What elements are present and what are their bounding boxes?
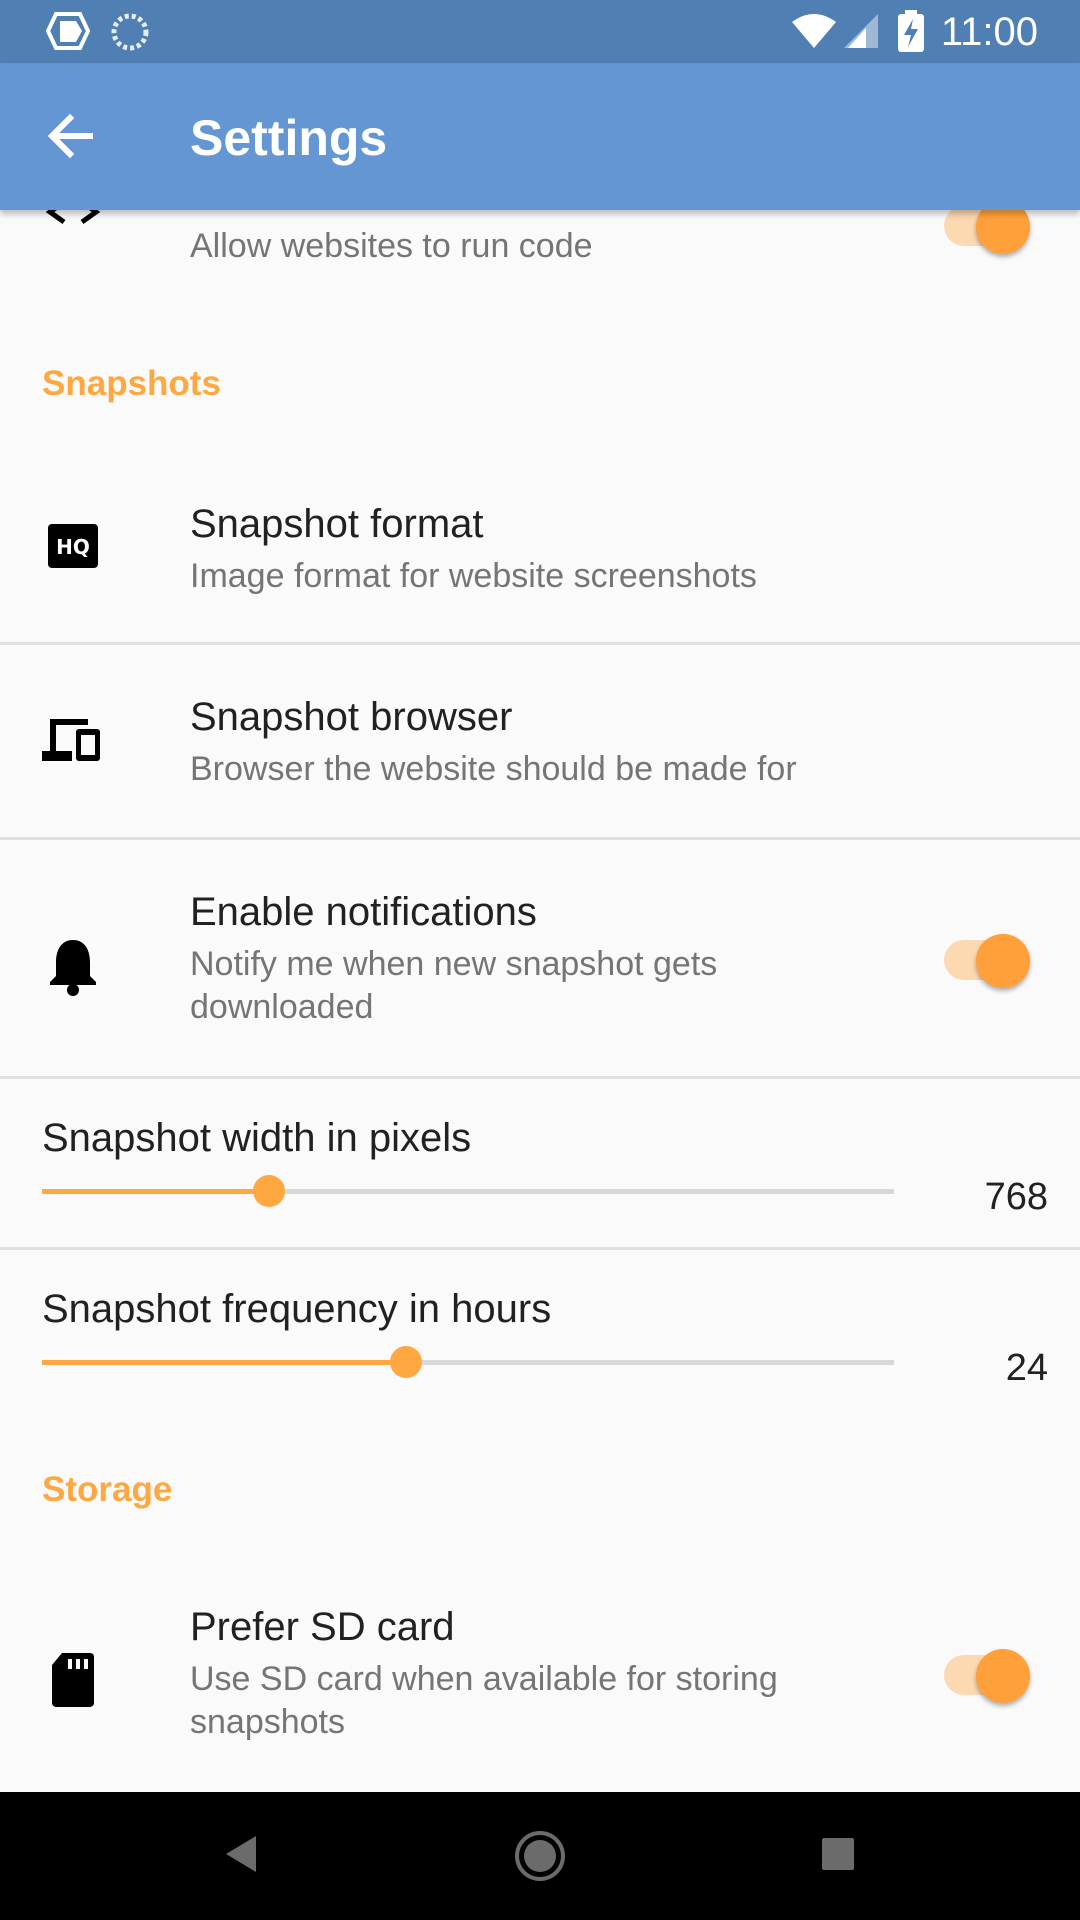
pref-enable-notifications-title: Enable notifications: [190, 890, 537, 934]
bell-icon: [50, 940, 96, 996]
pref-snapshot-browser-title: Snapshot browser: [190, 695, 513, 739]
pref-javascript-summary: Allow websites to run code: [190, 227, 593, 265]
app-notification-icon: [46, 12, 90, 50]
snapshot-frequency-value: 24: [1005, 1347, 1048, 1389]
pref-snapshot-format[interactable]: HQ Snapshot format Image format for webs…: [0, 460, 1080, 640]
slider-fill: [42, 1360, 406, 1365]
snapshot-width-title: Snapshot width in pixels: [42, 1116, 472, 1160]
pref-prefer-sd-card-summary: Use SD card when available for storing s…: [190, 1660, 778, 1741]
nav-back-icon[interactable]: [222, 1832, 262, 1876]
sync-icon: [111, 13, 149, 51]
pref-enable-notifications[interactable]: Enable notifications Notify me when new …: [0, 840, 1080, 1075]
slider-knob[interactable]: [253, 1175, 285, 1207]
slider-fill: [42, 1189, 269, 1194]
back-button[interactable]: [36, 101, 106, 171]
pref-prefer-sd-card[interactable]: Prefer SD card Use SD card when availabl…: [0, 1555, 1080, 1790]
wifi-icon: [792, 14, 836, 48]
status-bar: 11:00: [0, 0, 1080, 63]
nav-recents-icon[interactable]: [818, 1834, 858, 1874]
sd-card-switch[interactable]: [944, 1649, 1030, 1703]
battery-charging-icon: [898, 10, 924, 52]
snapshot-frequency-title: Snapshot frequency in hours: [42, 1287, 552, 1331]
switch-thumb: [976, 1649, 1030, 1703]
pref-snapshot-browser-summary: Browser the website should be made for: [190, 750, 797, 788]
arrow-back-icon: [47, 113, 93, 159]
nav-home-icon[interactable]: [512, 1828, 568, 1884]
pref-snapshot-format-summary: Image format for website screenshots: [190, 557, 757, 595]
snapshot-width-slider[interactable]: [42, 1174, 894, 1210]
cell-signal-icon: [844, 14, 878, 48]
snapshot-frequency-slider[interactable]: [42, 1345, 894, 1381]
category-storage: Storage: [42, 1470, 173, 1509]
navigation-bar: [0, 1792, 1080, 1920]
hq-icon: HQ: [48, 524, 98, 568]
notifications-switch[interactable]: [944, 934, 1030, 988]
divider: [0, 1247, 1080, 1250]
pref-enable-notifications-summary: Notify me when new snapshot gets downloa…: [190, 945, 718, 1026]
divider: [0, 1076, 1080, 1079]
page-title: Settings: [190, 110, 388, 166]
switch-thumb: [976, 934, 1030, 988]
settings-screen: 11:00 Settings Allow websites to run cod…: [0, 0, 1080, 1920]
pref-snapshot-browser[interactable]: Snapshot browser Browser the website sho…: [0, 645, 1080, 835]
svg-text:HQ: HQ: [56, 535, 90, 559]
pref-snapshot-format-title: Snapshot format: [190, 502, 484, 546]
app-bar: Settings: [0, 63, 1080, 210]
snapshot-width-value: 768: [984, 1176, 1048, 1218]
devices-icon: [42, 719, 100, 761]
sd-card-icon: [52, 1653, 94, 1707]
slider-knob[interactable]: [390, 1346, 422, 1378]
pref-prefer-sd-card-title: Prefer SD card: [190, 1605, 455, 1649]
status-time: 11:00: [940, 10, 1038, 54]
category-snapshots: Snapshots: [42, 364, 221, 403]
